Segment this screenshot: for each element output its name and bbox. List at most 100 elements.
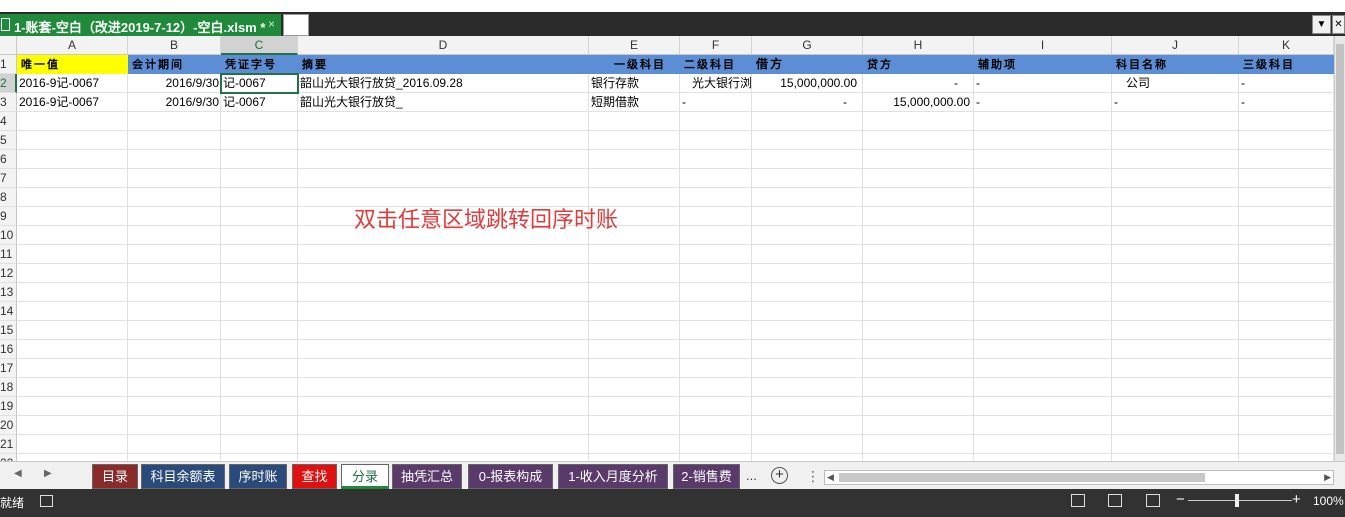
cell-c3[interactable]: 记-0067	[221, 93, 298, 112]
sheet-tab-5[interactable]: 抽凭汇总	[392, 464, 462, 489]
column-header-f[interactable]: F	[680, 36, 752, 55]
macro-record-icon[interactable]	[40, 495, 53, 507]
normal-view-icon[interactable]	[1071, 494, 1085, 507]
tab-split-handle[interactable]: ⋮	[806, 468, 820, 485]
row-header-5[interactable]: 5	[0, 131, 17, 150]
row-header-15[interactable]: 15	[0, 321, 17, 340]
row-header-6[interactable]: 6	[0, 150, 17, 169]
tab-list-dropdown-icon[interactable]: ▼	[1312, 15, 1331, 34]
row-header-12[interactable]: 12	[0, 264, 17, 283]
cell-h2[interactable]: -	[863, 74, 974, 93]
row-header-1[interactable]: 1	[0, 55, 17, 74]
cell-a2[interactable]: 2016-9记-0067	[17, 74, 128, 93]
row-header-2[interactable]: 2	[0, 74, 17, 93]
zoom-slider[interactable]	[1188, 500, 1292, 501]
row-header-16[interactable]: 16	[0, 340, 17, 359]
column-header-b[interactable]: B	[128, 36, 221, 55]
row-header-18[interactable]: 18	[0, 378, 17, 397]
row-header-21[interactable]: 21	[0, 435, 17, 454]
zoom-slider-knob[interactable]	[1235, 494, 1239, 507]
column-header-j[interactable]: J	[1112, 36, 1239, 55]
sheet-tab-6[interactable]: 0-报表构成	[468, 464, 553, 489]
column-header-c[interactable]: C	[221, 36, 298, 55]
page-layout-view-icon[interactable]	[1108, 494, 1122, 507]
header-cell-j[interactable]: 科目名称	[1112, 55, 1239, 74]
row-header-4[interactable]: 4	[0, 112, 17, 131]
new-tab-button[interactable]	[283, 14, 309, 36]
sheet-tab-3[interactable]: 查找	[292, 464, 337, 489]
zoom-out-button[interactable]: −	[1176, 491, 1185, 508]
prev-sheet-icon[interactable]: ◀	[14, 468, 22, 479]
select-all-corner[interactable]	[0, 36, 17, 55]
row-header-10[interactable]: 10	[0, 226, 17, 245]
row-header-13[interactable]: 13	[0, 283, 17, 302]
header-cell-g[interactable]: 借方	[752, 55, 863, 74]
zoom-in-button[interactable]: +	[1292, 491, 1301, 508]
close-window-icon[interactable]: ✕	[1332, 15, 1345, 34]
row-header-22[interactable]: 22	[0, 454, 17, 461]
header-cell-f[interactable]: 二级科目	[680, 55, 752, 74]
next-sheet-icon[interactable]: ▶	[44, 468, 52, 479]
cell-i3[interactable]: -	[974, 93, 1112, 112]
sheet-tab-0[interactable]: 目录	[92, 464, 138, 489]
file-tab[interactable]: 1-账套-空白（改进2019-7-12）-空白.xlsm * ×	[0, 14, 281, 36]
header-cell-h[interactable]: 贷方	[863, 55, 974, 74]
row-header-8[interactable]: 8	[0, 188, 17, 207]
header-cell-d[interactable]: 摘要	[298, 55, 589, 74]
cell-f3[interactable]: -	[680, 93, 752, 112]
row-header-7[interactable]: 7	[0, 169, 17, 188]
header-cell-k[interactable]: 三级科目	[1239, 55, 1334, 74]
sheet-tab-4[interactable]: 分录	[341, 464, 389, 489]
cell-d2[interactable]: 韶山光大银行放贷_2016.09.28	[298, 74, 589, 93]
row-header-17[interactable]: 17	[0, 359, 17, 378]
cell-k3[interactable]: -	[1239, 93, 1334, 112]
page-break-view-icon[interactable]	[1146, 494, 1160, 507]
zoom-level[interactable]: 100%	[1313, 494, 1344, 508]
cell-g2[interactable]: 15,000,000.00	[752, 74, 863, 93]
cell-b2[interactable]: 2016/9/30	[128, 74, 221, 93]
column-header-i[interactable]: I	[974, 36, 1112, 55]
column-header-g[interactable]: G	[752, 36, 863, 55]
scroll-left-icon[interactable]: ◀	[827, 471, 834, 484]
cell-e2[interactable]: 银行存款	[589, 74, 680, 93]
sheet-tab-7[interactable]: 1-收入月度分析	[558, 464, 668, 489]
spreadsheet-grid[interactable]: ABCDEFGHIJK 1 2 3 4 5 6 7 8 9 10 11 12 13 14 15 16 17 18 1…	[0, 36, 1334, 461]
cell-j2[interactable]: 公司	[1112, 74, 1239, 93]
sheet-tab-8[interactable]: 2-销售费	[673, 464, 740, 489]
header-cell-e[interactable]: 一级科目	[589, 55, 680, 74]
column-header-k[interactable]: K	[1239, 36, 1334, 55]
column-header-d[interactable]: D	[298, 36, 589, 55]
close-tab-icon[interactable]: ×	[268, 17, 275, 31]
sheet-tab-1[interactable]: 科目余额表	[141, 464, 225, 489]
header-cell-b[interactable]: 会计期间	[128, 55, 221, 74]
cell-j3[interactable]: -	[1112, 93, 1239, 112]
vertical-scrollbar[interactable]	[1334, 36, 1345, 461]
row-header-11[interactable]: 11	[0, 245, 17, 264]
column-header-h[interactable]: H	[863, 36, 974, 55]
overlay-instruction-text[interactable]: 双击任意区域跳转回序时账	[354, 202, 618, 234]
column-header-a[interactable]: A	[17, 36, 128, 55]
header-cell-c[interactable]: 凭证字号	[221, 55, 298, 74]
cell-a3[interactable]: 2016-9记-0067	[17, 93, 128, 112]
cell-h3[interactable]: 15,000,000.00	[863, 93, 974, 112]
sheet-tab-2[interactable]: 序时账	[229, 464, 287, 489]
add-sheet-icon[interactable]: +	[771, 467, 788, 484]
cell-g3[interactable]: -	[752, 93, 863, 112]
cell-e3[interactable]: 短期借款	[589, 93, 680, 112]
horizontal-scroll-thumb[interactable]	[839, 473, 1205, 482]
cell-d3[interactable]: 韶山光大银行放贷_	[298, 93, 589, 112]
cell-b3[interactable]: 2016/9/30	[128, 93, 221, 112]
scroll-right-icon[interactable]: ▶	[1324, 471, 1331, 484]
row-header-9[interactable]: 9	[0, 207, 17, 226]
row-header-19[interactable]: 19	[0, 397, 17, 416]
more-sheets-button[interactable]: ...	[746, 468, 757, 483]
header-cell-i[interactable]: 辅助项	[974, 55, 1112, 74]
cell-k2[interactable]: -	[1239, 74, 1334, 93]
cell-f2[interactable]: 光大银行浏	[680, 74, 752, 93]
row-header-20[interactable]: 20	[0, 416, 17, 435]
row-header-14[interactable]: 14	[0, 302, 17, 321]
column-header-e[interactable]: E	[589, 36, 680, 55]
vertical-scroll-thumb[interactable]	[1336, 44, 1344, 454]
header-cell-a[interactable]: 唯一值	[17, 55, 128, 74]
cell-i2[interactable]: -	[974, 74, 1112, 93]
